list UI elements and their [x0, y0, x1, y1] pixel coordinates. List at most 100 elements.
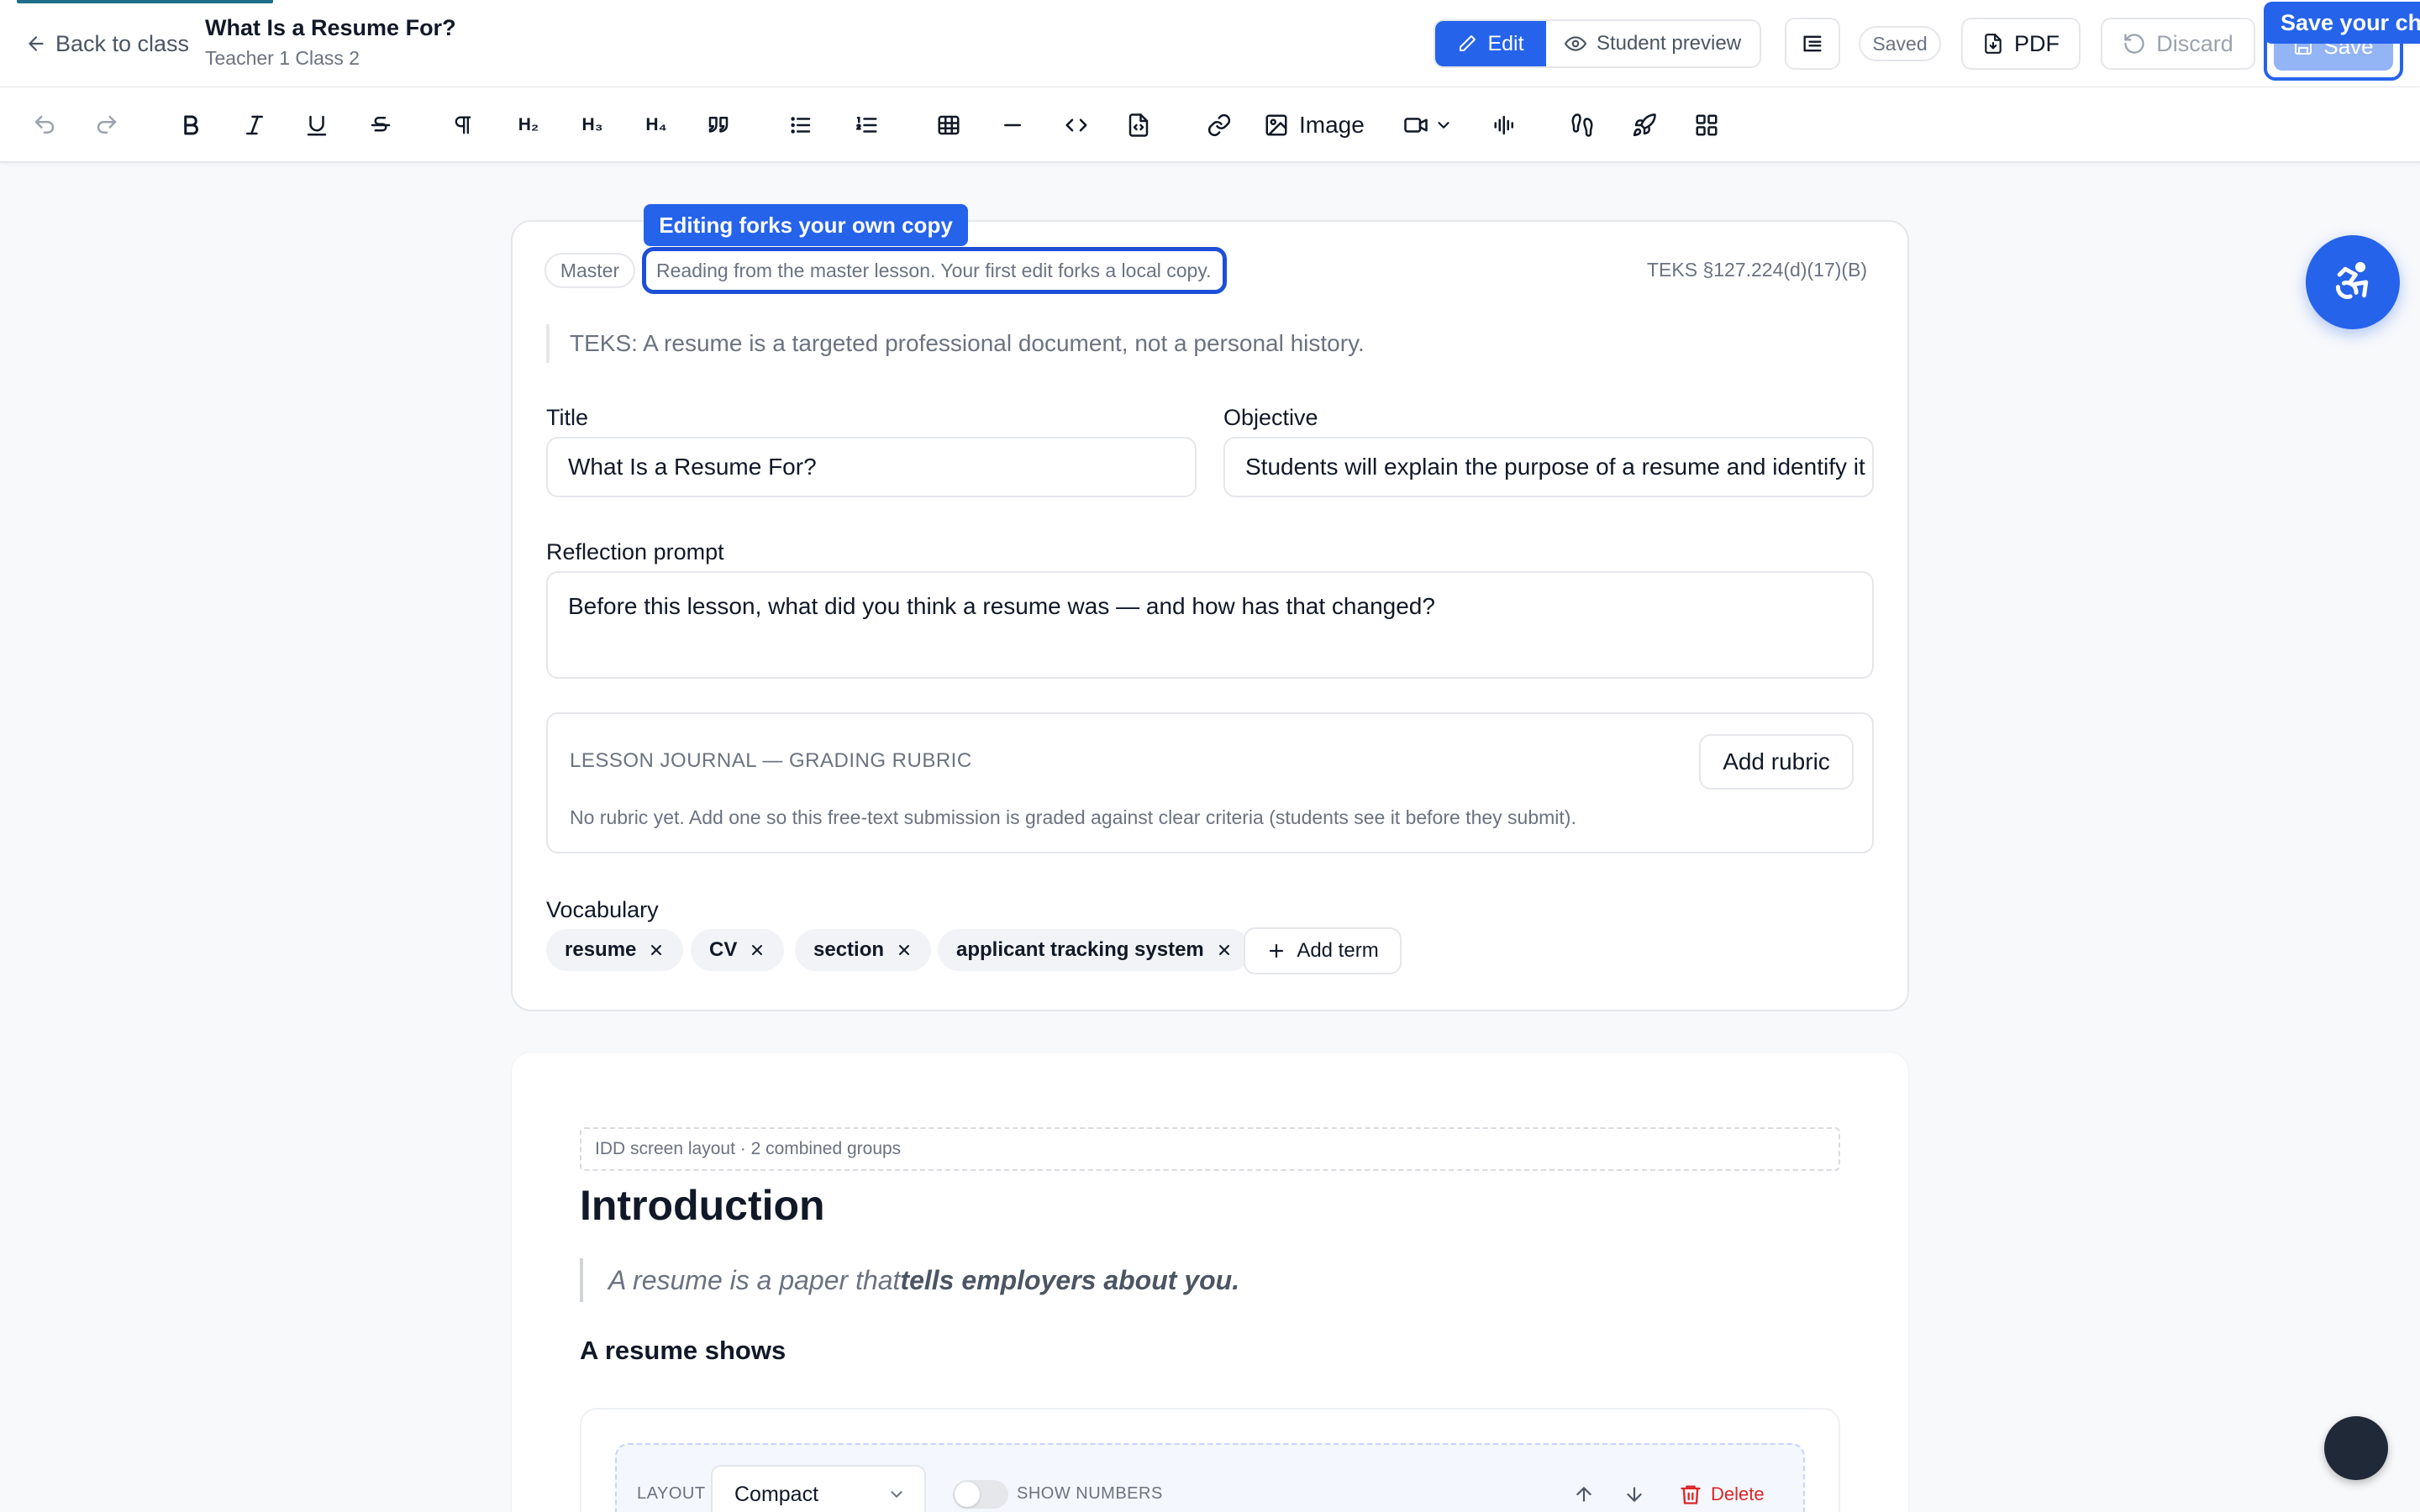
screen-layout-tag: IDD screen layout · 2 combined groups — [580, 1127, 1840, 1171]
objective-input[interactable]: Students will explain the purpose of a r… — [1223, 437, 1874, 497]
teks-statement: TEKS: A resume is a targeted professiona… — [546, 324, 1365, 363]
plus-icon — [1266, 941, 1286, 961]
subheading[interactable]: A resume shows — [580, 1336, 786, 1366]
fork-tooltip: Editing forks your own copy — [644, 204, 968, 246]
file-code-icon — [1126, 113, 1151, 138]
undo-circle-icon — [2123, 32, 2146, 55]
mode-switch: Edit Student preview — [1434, 19, 1761, 68]
student-preview-button[interactable]: Student preview — [1546, 21, 1760, 66]
pdf-label: PDF — [2014, 30, 2060, 56]
trash-icon — [1679, 1482, 1702, 1507]
redo-button[interactable] — [87, 106, 126, 144]
progress-indicator — [17, 0, 273, 3]
table-icon — [936, 113, 961, 138]
quote-text: A resume is a paper that — [608, 1264, 901, 1295]
footprints-icon — [1570, 113, 1595, 138]
chevron-down-icon — [1434, 116, 1453, 134]
layout-label: LAYOUT — [637, 1484, 706, 1503]
horizontal-rule-button[interactable] — [993, 106, 1032, 144]
image-icon — [1264, 113, 1289, 138]
teks-code: TEKS §127.224(d)(17)(B) — [1647, 259, 1868, 281]
remove-term-icon[interactable] — [749, 942, 765, 958]
video-icon — [1402, 113, 1429, 138]
arrow-down-icon — [1623, 1483, 1645, 1505]
quote-bold-text: tells employers about you. — [900, 1264, 1240, 1295]
edit-mode-button[interactable]: Edit — [1435, 21, 1546, 66]
layout-value: Compact — [734, 1482, 819, 1506]
reflection-prompt-textarea[interactable]: Before this lesson, what did you think a… — [546, 571, 1874, 679]
quote-icon — [706, 113, 731, 138]
paragraph-button[interactable] — [444, 106, 482, 144]
vocab-term: applicant tracking system — [956, 938, 1204, 961]
section-heading[interactable]: Introduction — [580, 1181, 825, 1230]
bullet-list-icon — [788, 113, 813, 138]
delete-label: Delete — [1711, 1483, 1765, 1504]
class-name: Teacher 1 Class 2 — [205, 47, 360, 69]
add-term-button[interactable]: Add term — [1244, 927, 1402, 974]
remove-term-icon[interactable] — [648, 942, 665, 958]
discard-button[interactable]: Discard — [2101, 18, 2255, 70]
underline-icon — [304, 113, 329, 138]
editor-toolbar: H₂ H₃ H₄ Image — [0, 87, 2420, 163]
remove-term-icon[interactable] — [896, 942, 913, 958]
title-input[interactable]: What Is a Resume For? — [546, 437, 1197, 497]
intro-quote[interactable]: A resume is a paper that tells employers… — [580, 1258, 1239, 1302]
undo-button[interactable] — [25, 106, 64, 144]
vocabulary-label: Vocabulary — [546, 897, 659, 922]
show-numbers-label: SHOW NUMBERS — [1017, 1484, 1163, 1503]
back-label: Back to class — [55, 30, 190, 56]
heading-2-button[interactable]: H₂ — [509, 106, 548, 144]
video-dropdown-button[interactable] — [1398, 106, 1457, 144]
rocket-button[interactable] — [1625, 106, 1664, 144]
image-button[interactable]: Image — [1264, 106, 1371, 144]
blockquote-button[interactable] — [699, 106, 738, 144]
undo-icon — [32, 113, 57, 138]
move-down-button[interactable] — [1620, 1480, 1649, 1509]
grading-rubric-panel: LESSON JOURNAL — GRADING RUBRIC Add rubr… — [546, 712, 1874, 853]
rocket-icon — [1632, 113, 1657, 138]
strikethrough-icon — [368, 113, 393, 138]
underline-button[interactable] — [297, 106, 336, 144]
accessibility-button[interactable] — [2306, 235, 2400, 329]
add-rubric-button[interactable]: Add rubric — [1699, 734, 1854, 790]
blocks-button[interactable] — [1687, 106, 1726, 144]
footprints-button[interactable] — [1563, 106, 1602, 144]
grid-icon — [1694, 113, 1719, 138]
heading-4-button[interactable]: H₄ — [637, 106, 676, 144]
app-header: Back to class What Is a Resume For? Teac… — [0, 0, 2420, 87]
strikethrough-button[interactable] — [361, 106, 400, 144]
embed-code-file-button[interactable] — [1119, 106, 1158, 144]
add-term-label: Add term — [1297, 939, 1379, 962]
table-button[interactable] — [929, 106, 968, 144]
chat-launcher-button[interactable] — [2324, 1416, 2388, 1480]
arrow-left-icon — [25, 33, 47, 55]
preview-label: Student preview — [1596, 32, 1742, 55]
page-title: What Is a Resume For? — [205, 15, 456, 40]
link-button[interactable] — [1200, 106, 1239, 144]
numbered-list-button[interactable] — [847, 106, 886, 144]
eye-icon — [1564, 33, 1586, 55]
outline-button[interactable] — [1785, 18, 1840, 70]
move-up-button[interactable] — [1570, 1480, 1598, 1509]
remove-term-icon[interactable] — [1216, 942, 1233, 958]
bold-button[interactable] — [171, 106, 210, 144]
layout-select[interactable]: Compact — [711, 1465, 926, 1512]
redo-icon — [94, 113, 119, 138]
italic-button[interactable] — [235, 106, 274, 144]
rubric-heading: LESSON JOURNAL — GRADING RUBRIC — [570, 749, 972, 772]
audio-waveform-icon — [1491, 113, 1518, 138]
discard-label: Discard — [2156, 30, 2233, 56]
minus-icon — [1000, 113, 1025, 138]
fork-notice[interactable]: Reading from the master lesson. Your fir… — [642, 247, 1227, 294]
heading-3-button[interactable]: H₃ — [573, 106, 612, 144]
audio-button[interactable] — [1486, 106, 1524, 144]
back-to-class-link[interactable]: Back to class — [25, 29, 189, 59]
arrow-up-icon — [1573, 1483, 1595, 1505]
bullet-list-button[interactable] — [781, 106, 820, 144]
show-numbers-toggle[interactable] — [953, 1480, 1008, 1509]
pdf-button[interactable]: PDF — [1961, 18, 2081, 70]
vocab-chip: resume — [546, 929, 684, 971]
accessibility-icon — [2330, 260, 2375, 305]
code-button[interactable] — [1057, 106, 1096, 144]
delete-group-button[interactable]: Delete — [1679, 1480, 1765, 1509]
